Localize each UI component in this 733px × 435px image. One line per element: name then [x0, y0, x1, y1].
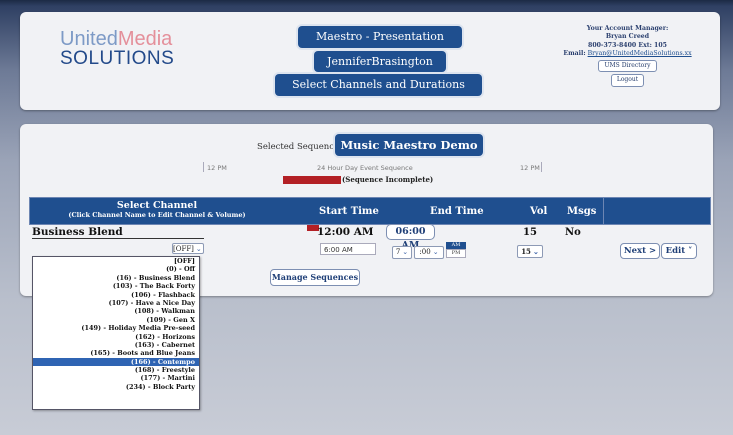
am-pm-toggle[interactable]: AM PM	[446, 242, 466, 258]
timeline-end-label: 12 PM	[520, 164, 540, 172]
logo-text-solutions: SOLUTIONS	[60, 48, 175, 69]
schedule-table-header: Select Channel (Click Channel Name to Edi…	[29, 197, 711, 225]
volume-select[interactable]: 15 ⌄	[517, 245, 543, 258]
sequence-status: (Sequence Incomplete)	[342, 175, 434, 184]
msgs-value: No	[565, 227, 581, 238]
end-time-button[interactable]: 06:00 AM	[386, 224, 435, 251]
header-msgs: Msgs	[567, 206, 597, 217]
chevron-down-icon: ⌄	[432, 248, 439, 256]
channel-option[interactable]: (234) - Block Party	[33, 383, 199, 391]
chevron-down-icon: ⌄	[195, 245, 202, 253]
channel-option[interactable]: (106) - Flashback	[33, 291, 199, 299]
edit-button[interactable]: Edit ˅	[661, 243, 697, 259]
account-manager-name: Bryan Creed	[605, 33, 650, 41]
channel-option[interactable]: (168) - Freestyle	[33, 366, 199, 374]
channel-option[interactable]: (109) - Gen X	[33, 316, 199, 324]
end-minute-select[interactable]: :00 ⌄	[414, 246, 444, 259]
channel-name-link[interactable]: Business Blend	[32, 226, 123, 238]
logo-text-media: Media	[117, 28, 173, 50]
pm-option[interactable]: PM	[446, 249, 466, 258]
header-end-time: End Time	[430, 206, 484, 217]
united-media-logo[interactable]: UnitedMedia SOLUTIONS	[60, 28, 175, 69]
account-manager-title: Your Account Manager:	[586, 25, 669, 32]
channel-option[interactable]: (103) - The Back Forty	[33, 282, 199, 290]
end-minute-value: :00	[419, 248, 431, 256]
header-start-time: Start Time	[319, 206, 379, 217]
timeline-start-label: 12 PM	[207, 164, 227, 172]
channel-option[interactable]: (166) - Contempo	[33, 357, 199, 367]
chevron-down-icon: ⌄	[532, 247, 539, 256]
end-hour-select[interactable]: 7 ⌄	[392, 246, 412, 259]
header-panel: UnitedMedia SOLUTIONS Maestro - Presenta…	[20, 12, 720, 110]
am-option[interactable]: AM	[446, 242, 466, 249]
channel-select-value: [OFF]	[173, 245, 194, 253]
channel-option[interactable]: (107) - Have a Nice Day	[33, 299, 199, 307]
account-manager-info: Your Account Manager: Bryan Creed 800-37…	[545, 25, 710, 87]
timeline-title: 24 Hour Day Event Sequence	[317, 164, 413, 172]
channel-option[interactable]: (177) - Martini	[33, 374, 199, 382]
manage-sequences-button[interactable]: Manage Sequences	[270, 269, 360, 286]
channel-option[interactable]: (108) - Walkman	[33, 307, 199, 315]
end-hour-value: 7	[395, 248, 401, 256]
channel-option[interactable]: (165) - Boots and Blue Jeans	[33, 349, 199, 357]
header-vol: Vol	[530, 206, 548, 217]
start-time-value: 12:00 AM	[317, 226, 374, 238]
channel-option[interactable]: [OFF]	[33, 257, 199, 265]
header-divider	[603, 198, 604, 224]
chevron-down-icon: ⌄	[402, 248, 409, 256]
header-select-channel-title: Select Channel	[116, 200, 198, 211]
logo-text-united: United	[60, 28, 118, 50]
logout-button[interactable]: Logout	[610, 74, 645, 87]
selected-sequence-label: Selected Sequence:	[257, 142, 342, 152]
start-time-input[interactable]: 6:00 AM	[320, 243, 376, 255]
account-manager-email-link[interactable]: Bryan@UnitedMediaSolutions.xx	[588, 50, 692, 57]
email-label: Email:	[563, 49, 586, 57]
row-underline	[32, 238, 204, 239]
next-button[interactable]: Next >	[620, 243, 660, 259]
sequence-progress-bar	[283, 176, 341, 184]
channel-select[interactable]: [OFF] ⌄	[172, 243, 204, 254]
channel-option[interactable]: (162) - Horizons	[33, 333, 199, 341]
channel-option[interactable]: (163) - Cabernet	[33, 341, 199, 349]
volume-select-value: 15	[521, 247, 531, 256]
user-name-button[interactable]: JenniferBrasington	[314, 51, 446, 72]
section-title-button[interactable]: Select Channels and Durations	[275, 74, 482, 96]
channel-option[interactable]: (149) - Holiday Media Pre-seed	[33, 324, 199, 332]
header-select-channel: Select Channel (Click Channel Name to Edi…	[30, 201, 284, 220]
channel-option[interactable]: (0) - Off	[33, 265, 199, 273]
channel-dropdown-list[interactable]: [OFF] (0) - Off (16) - Business Blend (103)…	[32, 256, 200, 410]
channel-option[interactable]: (16) - Business Blend	[33, 274, 199, 282]
ums-directory-button[interactable]: UMS Directory	[598, 60, 657, 73]
timeline-tick-end	[541, 162, 542, 172]
timeline-tick-start	[203, 162, 204, 172]
header-select-channel-hint: (Click Channel Name to Edit Channel & Vo…	[68, 211, 246, 219]
account-manager-phone: 800-373-8400 Ext: 105	[588, 41, 667, 49]
vol-value: 15	[523, 227, 537, 238]
presentation-title-button[interactable]: Maestro - Presentation	[298, 26, 462, 48]
selected-sequence-name[interactable]: Music Maestro Demo	[335, 134, 483, 156]
